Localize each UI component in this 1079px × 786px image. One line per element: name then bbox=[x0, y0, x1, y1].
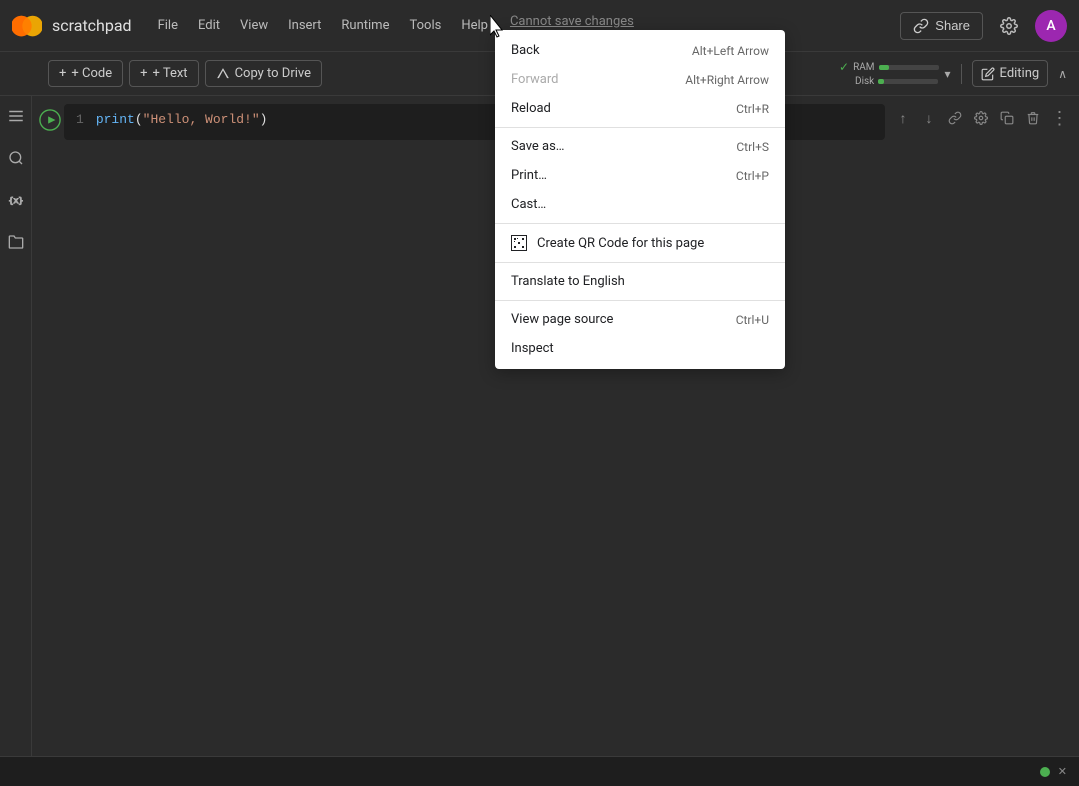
context-menu-save-as-shortcut: Ctrl+S bbox=[736, 140, 769, 154]
context-menu-back-label: Back bbox=[511, 43, 540, 58]
context-menu-back-shortcut: Alt+Left Arrow bbox=[692, 44, 769, 58]
context-menu-view-source[interactable]: View page source Ctrl+U bbox=[495, 305, 785, 334]
context-menu-translate-label: Translate to English bbox=[511, 274, 625, 289]
context-menu-inspect-label: Inspect bbox=[511, 341, 554, 356]
qr-code-with-icon: Create QR Code for this page bbox=[511, 235, 704, 251]
context-menu-translate[interactable]: Translate to English bbox=[495, 267, 785, 296]
separator-1 bbox=[495, 127, 785, 128]
context-menu-save-as[interactable]: Save as… Ctrl+S bbox=[495, 132, 785, 161]
context-menu-forward-shortcut: Alt+Right Arrow bbox=[685, 73, 769, 87]
context-menu-reload[interactable]: Reload Ctrl+R bbox=[495, 94, 785, 123]
separator-3 bbox=[495, 262, 785, 263]
context-menu-print-label: Print… bbox=[511, 168, 547, 183]
context-menu-save-as-label: Save as… bbox=[511, 139, 565, 154]
context-menu-forward: Forward Alt+Right Arrow bbox=[495, 65, 785, 94]
context-menu-qr-code[interactable]: Create QR Code for this page bbox=[495, 228, 785, 258]
context-menu-view-source-label: View page source bbox=[511, 312, 613, 327]
context-menu-cast-label: Cast… bbox=[511, 197, 546, 212]
context-menu-reload-label: Reload bbox=[511, 101, 551, 116]
context-menu-qr-label: Create QR Code for this page bbox=[537, 236, 704, 251]
context-menu-print-shortcut: Ctrl+P bbox=[736, 169, 769, 183]
context-menu-forward-label: Forward bbox=[511, 72, 558, 87]
separator-2 bbox=[495, 223, 785, 224]
context-menu-print[interactable]: Print… Ctrl+P bbox=[495, 161, 785, 190]
context-menu-back[interactable]: Back Alt+Left Arrow bbox=[495, 36, 785, 65]
context-menu-reload-shortcut: Ctrl+R bbox=[736, 102, 769, 116]
context-menu-view-source-shortcut: Ctrl+U bbox=[736, 313, 769, 327]
context-menu: Back Alt+Left Arrow Forward Alt+Right Ar… bbox=[495, 30, 785, 369]
qr-icon bbox=[511, 235, 527, 251]
separator-4 bbox=[495, 300, 785, 301]
context-menu-cast[interactable]: Cast… bbox=[495, 190, 785, 219]
context-menu-inspect[interactable]: Inspect bbox=[495, 334, 785, 363]
